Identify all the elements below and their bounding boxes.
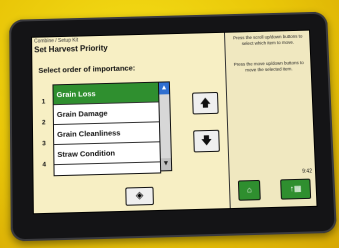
help-panel: Press the scroll up/down buttons to sele… <box>223 30 318 209</box>
arrow-up-icon: 🡅 <box>199 97 212 110</box>
display-screen: Combine / Setup Kit Set Harvest Priority… <box>31 29 318 215</box>
priority-list: Grain Loss Grain Damage Grain Cleanlines… <box>52 81 162 177</box>
page-title: Set Harvest Priority <box>34 43 108 55</box>
priority-number: 3 <box>42 140 46 148</box>
list-item-grain-cleanliness[interactable]: Grain Cleanliness <box>53 122 160 146</box>
list-item-straw-condition[interactable]: Straw Condition <box>54 142 160 166</box>
main-panel: Combine / Setup Kit Set Harvest Priority… <box>32 33 230 213</box>
menu-button[interactable]: ↑▦ <box>280 178 312 200</box>
priority-number: 4 <box>42 161 47 169</box>
priority-number: 1 <box>41 98 46 106</box>
help-text-scroll: Press the scroll up/down buttons to sele… <box>232 33 303 46</box>
display-device: Combine / Setup Kit Set Harvest Priority… <box>9 11 337 242</box>
priority-number: 2 <box>41 119 46 127</box>
prompt-text: Select order of importance: <box>38 63 136 75</box>
list-scrollbar[interactable]: ▲ ▼ <box>157 81 173 172</box>
enter-icon: ◈ <box>135 190 144 202</box>
menu-icon: ↑▦ <box>289 183 302 194</box>
enter-button[interactable]: ◈ <box>125 186 154 206</box>
list-item-grain-damage[interactable]: Grain Damage <box>53 102 159 126</box>
scroll-down-icon[interactable]: ▼ <box>160 158 172 171</box>
arrow-down-icon: 🡇 <box>200 134 213 148</box>
priority-numbers: 1 2 3 4 <box>42 91 51 175</box>
home-button[interactable]: ⌂ <box>237 179 261 201</box>
scroll-up-icon[interactable]: ▲ <box>158 82 170 95</box>
move-up-button[interactable]: 🡅 <box>192 91 219 115</box>
help-text-move: Press the move up/down buttons to move t… <box>233 60 304 72</box>
breadcrumb: Combine / Setup Kit <box>34 37 79 45</box>
move-down-button[interactable]: 🡇 <box>193 129 220 153</box>
clock: 9:42 <box>302 168 313 175</box>
list-item-grain-loss[interactable]: Grain Loss <box>53 82 159 106</box>
home-icon: ⌂ <box>246 185 252 195</box>
